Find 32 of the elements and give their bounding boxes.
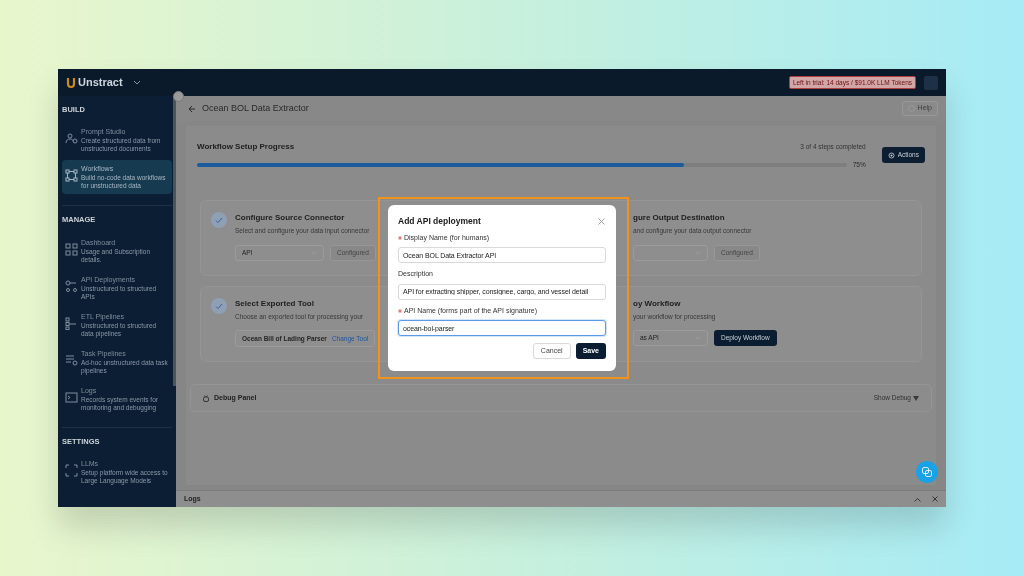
- step-title: Select Exported Tool: [235, 297, 315, 310]
- close-icon: [598, 217, 605, 225]
- nav-icon: [65, 169, 78, 183]
- chat-icon: [922, 467, 932, 477]
- close-icon: [932, 496, 938, 502]
- step-title: Configure Source Connector: [235, 211, 346, 224]
- chevron-down-icon: [132, 79, 141, 86]
- logo-icon: [66, 76, 76, 89]
- nav-icon: [65, 316, 78, 330]
- back-arrow-icon: [188, 104, 196, 113]
- nav-icon: [65, 390, 78, 404]
- dialog-title: Add API deployment: [398, 215, 481, 228]
- chevron-up-icon: [914, 496, 921, 502]
- step-title: gure Output Destination: [633, 211, 726, 224]
- close-button[interactable]: [597, 216, 606, 226]
- step-title: oy Workflow: [633, 297, 682, 310]
- required-icon: [398, 309, 402, 313]
- gear-icon: [887, 151, 895, 159]
- nav-icon: [65, 132, 78, 146]
- logo-text: Unstract: [78, 75, 123, 91]
- nav-icon: [65, 353, 78, 367]
- bug-icon: [203, 394, 209, 402]
- nav-icon: [65, 242, 78, 256]
- avatar[interactable]: [924, 75, 938, 90]
- caret-down-icon: [913, 395, 919, 401]
- collapse-button[interactable]: [173, 91, 184, 102]
- nav-icon: [65, 463, 78, 477]
- required-icon: [398, 236, 402, 240]
- page-title: Ocean BOL Data Extractor: [202, 101, 309, 115]
- progress-title: Workflow Setup Progress: [197, 141, 295, 153]
- nav-icon: [65, 279, 78, 293]
- scrollbar[interactable]: [173, 96, 176, 386]
